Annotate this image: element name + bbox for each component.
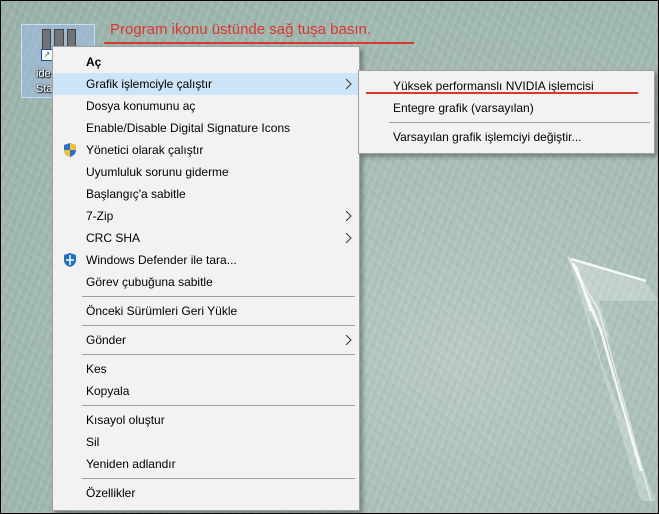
defender-shield-icon [62, 252, 78, 268]
menu-item-label: Yeniden adlandır [86, 457, 176, 471]
menu-item-copy[interactable]: Kopyala [53, 380, 359, 402]
submenu-item-change-default[interactable]: Varsayılan grafik işlemciyi değiştir... [359, 126, 654, 148]
menu-item-run-with-gpu[interactable]: Grafik işlemciyle çalıştır [53, 73, 359, 95]
menu-item-digital-signature[interactable]: Enable/Disable Digital Signature Icons [53, 117, 359, 139]
submenu-item-integrated[interactable]: Entegre grafik (varsayılan) [359, 97, 654, 119]
menu-item-label: Dosya konumunu aç [86, 99, 196, 113]
menu-item-label: CRC SHA [86, 231, 141, 245]
menu-item-7zip[interactable]: 7-Zip [53, 205, 359, 227]
menu-item-send-to[interactable]: Gönder [53, 329, 359, 351]
uac-shield-icon [62, 142, 78, 158]
menu-item-rename[interactable]: Yeniden adlandır [53, 453, 359, 475]
menu-item-run-as-admin[interactable]: Yönetici olarak çalıştır [53, 139, 359, 161]
menu-item-label: Uyumluluk sorunu giderme [86, 165, 229, 179]
menu-item-create-shortcut[interactable]: Kısayol oluştur [53, 409, 359, 431]
annotation-underline [104, 42, 414, 44]
menu-separator [82, 325, 355, 326]
menu-separator [82, 354, 355, 355]
menu-item-pin-taskbar[interactable]: Görev çubuğuna sabitle [53, 271, 359, 293]
menu-item-label: Windows Defender ile tara... [86, 253, 237, 267]
menu-separator [82, 478, 355, 479]
menu-item-label: Enable/Disable Digital Signature Icons [86, 121, 291, 135]
chevron-right-icon [345, 335, 353, 345]
menu-item-crc-sha[interactable]: CRC SHA [53, 227, 359, 249]
chevron-right-icon [345, 79, 353, 89]
submenu-item-label: Varsayılan grafik işlemciyi değiştir... [393, 130, 582, 144]
menu-item-label: Görev çubuğuna sabitle [86, 275, 213, 289]
menu-item-label: Grafik işlemciyle çalıştır [86, 77, 213, 91]
menu-item-label: Önceki Sürümleri Geri Yükle [86, 304, 238, 318]
menu-item-label: Kes [86, 362, 107, 376]
menu-item-open[interactable]: Aç [53, 51, 359, 73]
menu-item-label: 7-Zip [86, 209, 114, 223]
nvidia-underline-annotation [366, 92, 638, 94]
gpu-submenu: Yüksek performanslı NVIDIA işlemcisi Ent… [358, 70, 655, 154]
menu-item-properties[interactable]: Özellikler [53, 482, 359, 504]
menu-item-delete[interactable]: Sil [53, 431, 359, 453]
menu-item-defender[interactable]: Windows Defender ile tara... [53, 249, 359, 271]
menu-item-open-location[interactable]: Dosya konumunu aç [53, 95, 359, 117]
menu-item-label: Gönder [86, 333, 127, 347]
menu-item-label: Sil [86, 435, 100, 449]
submenu-separator [389, 122, 650, 123]
menu-item-label: Kısayol oluştur [86, 413, 165, 427]
menu-item-label: Kopyala [86, 384, 130, 398]
submenu-item-label: Entegre grafik (varsayılan) [393, 101, 534, 115]
menu-item-cut[interactable]: Kes [53, 358, 359, 380]
menu-item-pin-start[interactable]: Başlangıç'a sabitle [53, 183, 359, 205]
menu-item-label: Aç [86, 55, 102, 69]
menu-item-label: Özellikler [86, 486, 136, 500]
menu-item-troubleshoot[interactable]: Uyumluluk sorunu giderme [53, 161, 359, 183]
chevron-right-icon [345, 211, 353, 221]
menu-item-label: Başlangıç'a sabitle [86, 187, 186, 201]
menu-item-restore-versions[interactable]: Önceki Sürümleri Geri Yükle [53, 300, 359, 322]
context-menu: Aç Grafik işlemciyle çalıştır Dosya konu… [52, 46, 360, 511]
annotation-text: Program ikonu üstünde sağ tuşa basın. [110, 21, 371, 38]
menu-separator [82, 405, 355, 406]
menu-separator [82, 296, 355, 297]
chevron-right-icon [345, 233, 353, 243]
menu-item-label: Yönetici olarak çalıştır [86, 143, 204, 157]
